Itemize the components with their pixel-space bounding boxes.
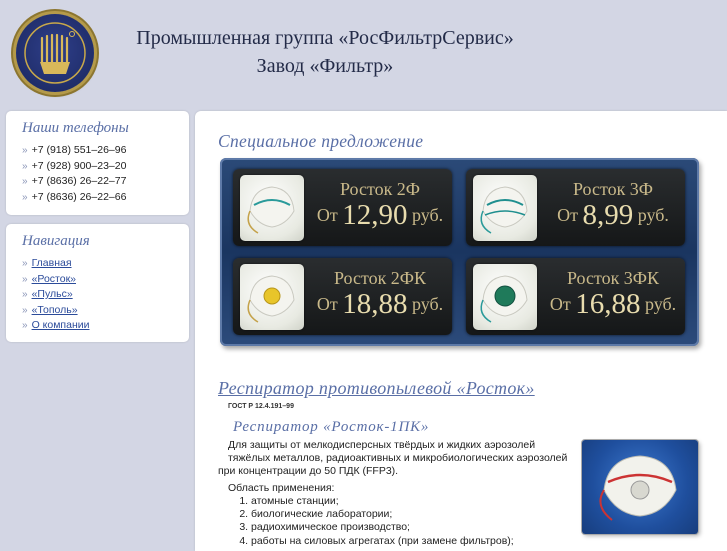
price-value: 12,90 bbox=[342, 199, 408, 231]
respirator-image bbox=[473, 264, 537, 330]
bullet-icon: » bbox=[22, 273, 28, 285]
nav-item-puls: » «Пульс» bbox=[22, 287, 189, 303]
phone-item: » +7 (8636) 26–22–66 bbox=[22, 190, 189, 206]
phone-item: » +7 (918) 551–26–96 bbox=[22, 143, 189, 159]
respirator-image bbox=[473, 175, 537, 241]
phone-item: » +7 (8636) 26–22–77 bbox=[22, 174, 189, 190]
phones-title: Наши телефоны bbox=[22, 120, 129, 136]
nav-item-about: » О компании bbox=[22, 318, 189, 334]
nav-link-puls[interactable]: «Пульс» bbox=[32, 288, 73, 300]
price-prefix: От bbox=[316, 205, 338, 225]
price-prefix: От bbox=[557, 205, 578, 225]
navigation-title: Навигация bbox=[22, 233, 90, 249]
special-offer-title: Специальное предложение bbox=[218, 131, 424, 151]
list-item: радиохимическое производство; bbox=[251, 521, 514, 534]
gost-label: ГОСТ Р 12.4.191–99 bbox=[228, 403, 294, 410]
offer-name: Росток 3ФК bbox=[566, 268, 660, 288]
product-description: Для защиты от мелкодисперсных твёрдых и … bbox=[218, 439, 573, 478]
offer-name: Росток 3Ф bbox=[572, 179, 654, 199]
offer-card-rostok-3fk[interactable]: Росток 3ФК От 16,88 руб. bbox=[466, 258, 685, 335]
nav-link-rostok[interactable]: «Росток» bbox=[32, 273, 76, 285]
phones-list: » +7 (918) 551–26–96 » +7 (928) 900–23–20 … bbox=[22, 143, 189, 205]
price-currency: руб. bbox=[644, 294, 677, 314]
bullet-icon: » bbox=[22, 176, 28, 187]
bullet-icon: » bbox=[22, 258, 28, 269]
phone-number: +7 (918) 551–26–96 bbox=[31, 144, 127, 156]
phone-number: +7 (8636) 26–22–77 bbox=[31, 175, 127, 187]
list-item: работы на силовых агрегатах (при замене … bbox=[251, 535, 514, 548]
offer-card-rostok-2f[interactable]: Росток 2Ф От 12,90 руб. bbox=[233, 169, 452, 246]
application-area-label: Область применения: bbox=[228, 482, 335, 494]
header-factory-name: Завод «Фильтр» bbox=[256, 55, 394, 77]
navigation-list: » Главная » «Росток» » «Пульс» » «Тополь» » О… bbox=[22, 256, 189, 334]
offer-name: Росток 2ФК bbox=[333, 268, 427, 288]
description-text: Для защиты от мелкодисперсных твёрдых и … bbox=[228, 439, 568, 464]
bullet-icon: » bbox=[22, 320, 28, 331]
company-logo bbox=[16, 14, 94, 92]
list-item: атомные станции; bbox=[251, 495, 514, 508]
main-content: Специальное предложение Росток 2Ф От 12,… bbox=[195, 111, 727, 551]
phones-box: Наши телефоны » +7 (918) 551–26–96 » +7 (9… bbox=[6, 111, 189, 215]
offer-card-rostok-2fk[interactable]: Росток 2ФК От 18,88 руб. bbox=[233, 258, 452, 335]
bullet-icon: » bbox=[22, 191, 28, 203]
price-prefix: От bbox=[549, 294, 571, 314]
offer-price: От 12,90 руб. bbox=[305, 199, 455, 232]
nav-item-rostok: » «Росток» bbox=[22, 272, 189, 288]
offer-price: От 16,88 руб. bbox=[538, 288, 688, 321]
price-value: 16,88 bbox=[575, 288, 641, 320]
bullet-icon: » bbox=[22, 289, 28, 300]
respirator-image bbox=[240, 175, 304, 241]
header-company-name: Промышленная группа «РосФильтрСервис» bbox=[136, 27, 514, 49]
nav-link-about[interactable]: О компании bbox=[32, 319, 90, 331]
price-currency: руб. bbox=[411, 294, 444, 314]
offer-price: От 18,88 руб. bbox=[305, 288, 455, 321]
product-title-link[interactable]: Респиратор противопылевой «Росток» bbox=[218, 378, 535, 399]
price-currency: руб. bbox=[411, 205, 444, 225]
price-currency: руб. bbox=[637, 205, 669, 225]
price-value: 18,88 bbox=[342, 288, 408, 320]
product-subtitle: Респиратор «Росток-1ПК» bbox=[233, 419, 430, 435]
phone-number: +7 (8636) 26–22–66 bbox=[31, 190, 127, 203]
applications-list: атомные станции; биологические лаборатор… bbox=[235, 495, 514, 548]
bullet-icon: » bbox=[22, 160, 28, 172]
offer-price: От 8,99 руб. bbox=[538, 199, 688, 232]
offer-name: Росток 2Ф bbox=[339, 179, 421, 199]
navigation-box: Навигация » Главная » «Росток» » «Пульс» » «… bbox=[6, 224, 189, 342]
description-concentration: при концентрации до 50 ПДК (FFP3). bbox=[218, 465, 399, 477]
nav-link-home[interactable]: Главная bbox=[32, 257, 72, 269]
bullet-icon: » bbox=[22, 145, 28, 156]
nav-item-topol: » «Тополь» bbox=[22, 303, 189, 319]
nav-item-home: » Главная bbox=[22, 256, 189, 272]
phone-number: +7 (928) 900–23–20 bbox=[31, 159, 127, 172]
list-item: биологические лаборатории; bbox=[251, 508, 514, 521]
price-prefix: От bbox=[316, 294, 338, 314]
offer-card-rostok-3f[interactable]: Росток 3Ф От 8,99 руб. bbox=[466, 169, 685, 246]
bullet-icon: » bbox=[22, 304, 28, 316]
special-offer-panel: Росток 2Ф От 12,90 руб. Росток 3Ф От 8,9… bbox=[220, 158, 699, 346]
price-value: 8,99 bbox=[582, 199, 634, 231]
nav-link-topol[interactable]: «Тополь» bbox=[32, 304, 78, 316]
respirator-image bbox=[240, 264, 304, 330]
product-photo[interactable] bbox=[582, 440, 698, 534]
phone-item: » +7 (928) 900–23–20 bbox=[22, 159, 189, 175]
